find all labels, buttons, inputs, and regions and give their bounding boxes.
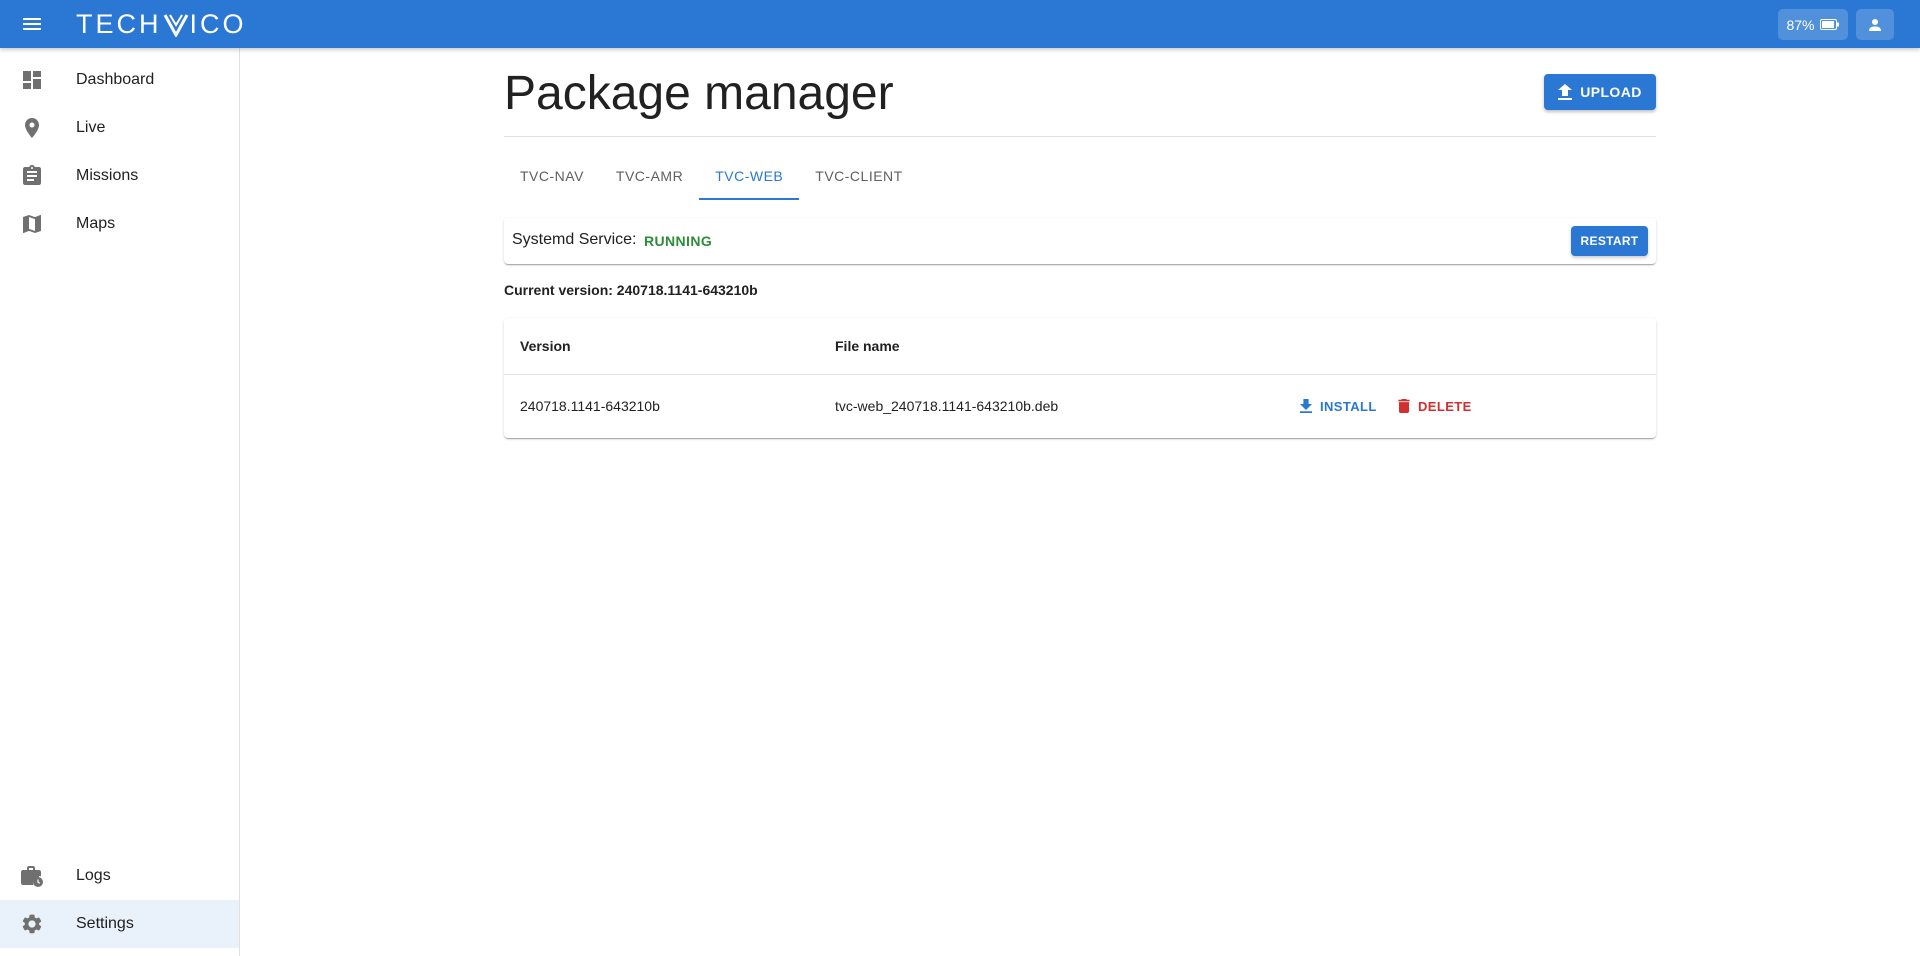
sidebar: Dashboard Live Missions Maps Logs Settin… <box>0 48 240 956</box>
title-divider <box>504 136 1656 137</box>
upload-button-label: UPLOAD <box>1580 84 1642 100</box>
package-tabs: TVC-NAV TVC-AMR TVC-WEB TVC-CLIENT <box>504 152 919 200</box>
sidebar-item-label: Live <box>76 119 106 136</box>
sidebar-item-label: Missions <box>76 167 139 184</box>
sidebar-item-label: Settings <box>76 915 134 932</box>
logo-v-mark-icon <box>163 14 188 37</box>
tab-tvc-amr[interactable]: TVC-AMR <box>600 152 699 200</box>
install-button[interactable]: INSTALL <box>1300 390 1377 422</box>
column-header-version: Version <box>520 338 571 354</box>
delete-label: DELETE <box>1418 398 1472 414</box>
menu-icon[interactable] <box>16 12 48 36</box>
sidebar-item-settings[interactable]: Settings <box>0 900 239 948</box>
work-history-icon <box>21 866 43 887</box>
download-icon <box>1300 399 1312 413</box>
sidebar-item-missions[interactable]: Missions <box>0 152 239 200</box>
upload-button[interactable]: UPLOAD <box>1544 74 1656 110</box>
table-header-divider <box>504 374 1656 375</box>
sidebar-item-label: Logs <box>76 867 111 884</box>
map-icon <box>23 215 41 233</box>
service-label: Systemd Service: <box>512 231 637 248</box>
upload-icon <box>1558 84 1573 100</box>
sidebar-item-live[interactable]: Live <box>0 104 239 152</box>
tab-tvc-web[interactable]: TVC-WEB <box>699 152 800 200</box>
sidebar-item-logs[interactable]: Logs <box>0 852 239 900</box>
tab-tvc-nav[interactable]: TVC-NAV <box>504 152 600 200</box>
install-label: INSTALL <box>1320 398 1377 414</box>
current-version-text: Current version: 240718.1141-643210b <box>504 282 758 298</box>
cell-version: 240718.1141-643210b <box>520 398 660 414</box>
clipboard-icon <box>23 165 41 185</box>
battery-indicator: 87% <box>1778 9 1848 40</box>
battery-icon <box>1819 19 1839 30</box>
tab-tvc-client[interactable]: TVC-CLIENT <box>799 152 918 200</box>
brand-logo[interactable]: TECH ICO <box>76 8 247 40</box>
column-header-file-name: File name <box>835 338 900 354</box>
service-status-badge: RUNNING <box>644 233 713 249</box>
battery-percent: 87% <box>1786 16 1815 33</box>
logo-text-left: TECH <box>76 8 162 39</box>
service-status-card: Systemd Service: RUNNING RESTART <box>504 218 1656 264</box>
sidebar-item-label: Dashboard <box>76 71 155 88</box>
app-bar: TECH ICO 87% <box>0 0 1920 48</box>
sidebar-item-maps[interactable]: Maps <box>0 200 239 248</box>
packages-table: Version File name 240718.1141-643210b tv… <box>504 318 1656 438</box>
trash-icon <box>1398 399 1410 413</box>
location-pin-icon <box>25 118 39 138</box>
person-icon <box>1869 18 1881 31</box>
gear-icon <box>22 914 42 934</box>
cell-file-name: tvc-web_240718.1141-643210b.deb <box>835 398 1059 414</box>
logo-text-right: ICO <box>189 8 247 39</box>
sidebar-item-dashboard[interactable]: Dashboard <box>0 56 239 104</box>
sidebar-item-label: Maps <box>76 215 116 232</box>
account-button[interactable] <box>1856 9 1894 40</box>
restart-button[interactable]: RESTART <box>1571 226 1648 256</box>
dashboard-icon <box>23 71 41 89</box>
page-title: Package manager <box>504 67 894 120</box>
delete-button[interactable]: DELETE <box>1398 390 1472 422</box>
